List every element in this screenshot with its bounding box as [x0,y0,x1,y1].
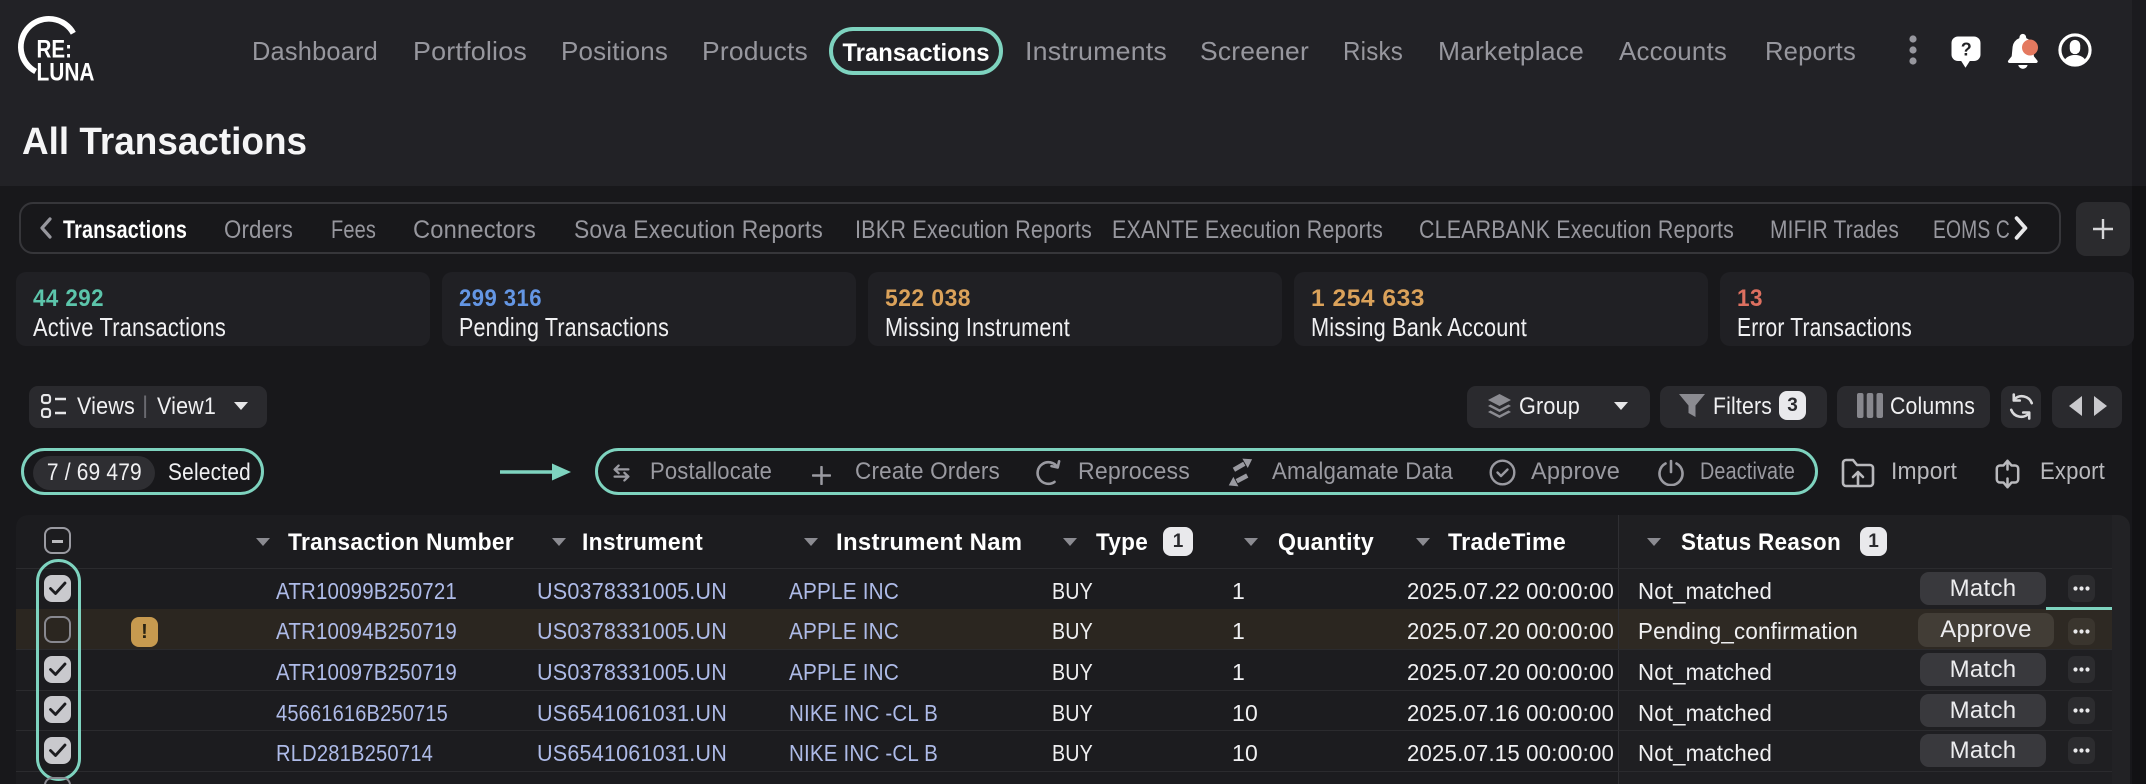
svg-text:?: ? [1961,40,1972,60]
svg-text:LUNA: LUNA [37,59,95,87]
